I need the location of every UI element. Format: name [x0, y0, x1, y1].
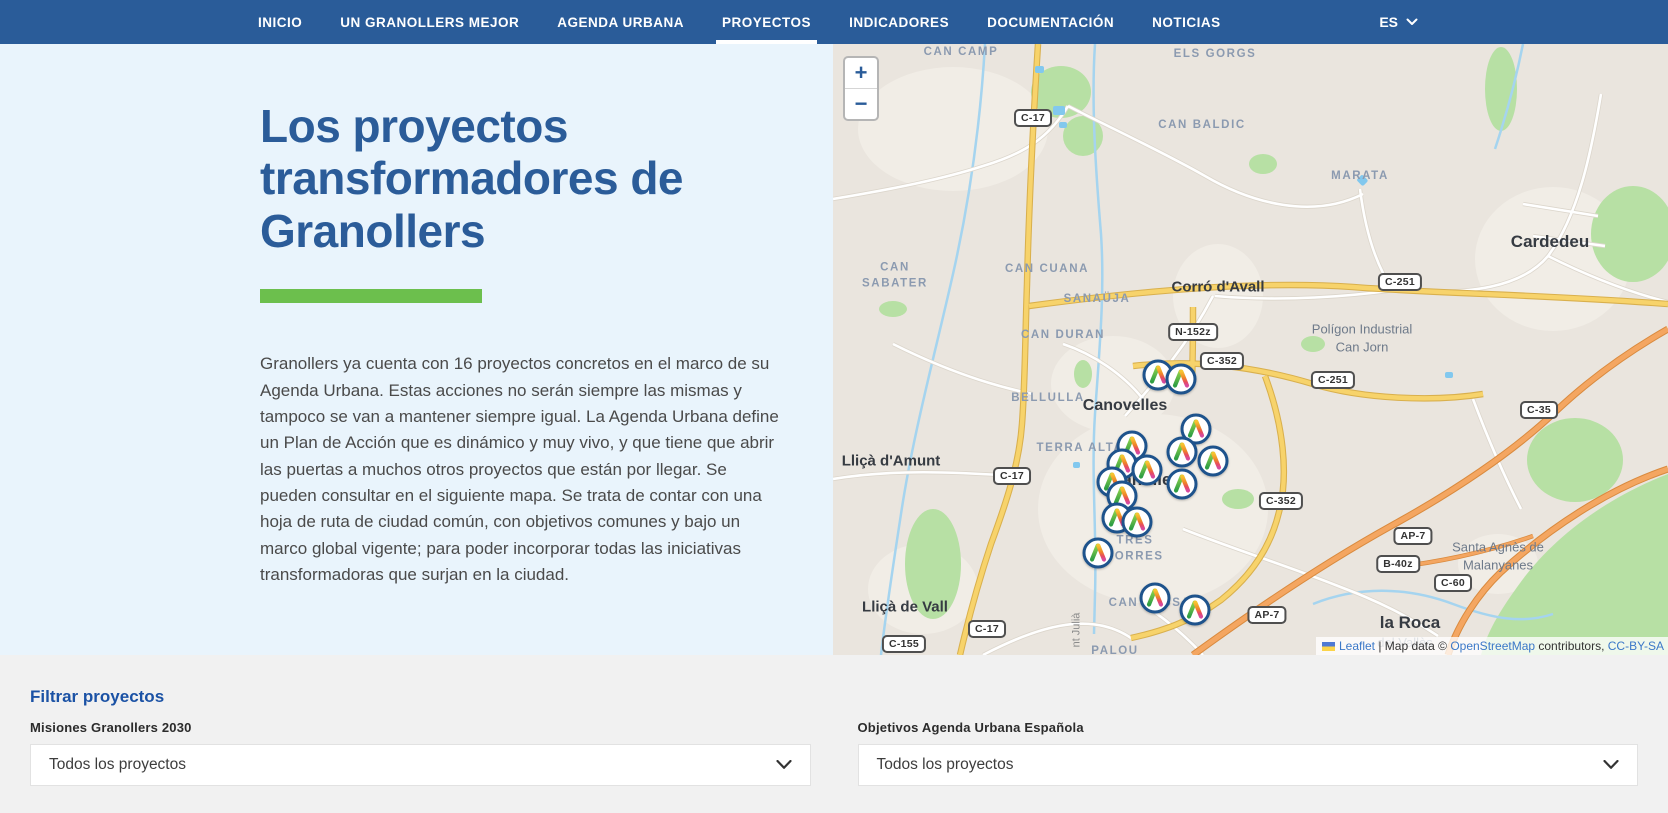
nav-item-noticias[interactable]: NOTICIAS [1146, 0, 1227, 44]
hero-description: Granollers ya cuenta con 16 proyectos co… [260, 351, 788, 588]
road-badge: C-35 [1520, 401, 1558, 419]
map-town-label: la Roca [1380, 613, 1440, 633]
filters-section: Filtrar proyectos Misiones Granollers 20… [0, 655, 1668, 813]
road-badge: AP-7 [1247, 606, 1286, 624]
nav-item-agenda-urbana[interactable]: AGENDA URBANA [551, 0, 690, 44]
road-badge: B-40z [1376, 555, 1420, 573]
zoom-out-button[interactable]: − [845, 88, 877, 119]
objetivos-select-value: Todos los proyectos [877, 756, 1014, 774]
filter-label-objetivos: Objetivos Agenda Urbana Española [858, 720, 1639, 735]
map-town-label: Lliçà de Vall [862, 599, 948, 616]
project-marker[interactable] [1166, 468, 1198, 500]
map-area-label: CAN BALDIC [1158, 118, 1246, 134]
map-town-label: Corró d'Avall [1171, 279, 1264, 296]
language-switcher[interactable]: ES [1379, 0, 1418, 44]
project-marker[interactable] [1166, 436, 1198, 468]
project-marker[interactable] [1179, 594, 1211, 626]
map-area-label: MARATA [1331, 169, 1389, 185]
map-town-label: Lliçà d'Amunt [842, 453, 941, 470]
road-badge: C-17 [968, 620, 1006, 638]
project-marker[interactable] [1121, 506, 1153, 538]
map-locality-label: nt Julià [1070, 613, 1085, 648]
road-badge: N-152z [1168, 323, 1218, 341]
map-area-label: ELS GORGS [1174, 47, 1257, 63]
project-marker[interactable] [1197, 445, 1229, 477]
nav-item-proyectos[interactable]: PROYECTOS [716, 0, 817, 44]
filter-group-objetivos: Objetivos Agenda Urbana Española Todos l… [858, 720, 1639, 786]
map-area-label: CAN CAMP [924, 45, 999, 61]
map-area-label: CAN CUANA [1005, 262, 1089, 278]
chevron-down-icon [1603, 760, 1619, 770]
map-town-label: Cardedeu [1511, 232, 1589, 252]
chevron-down-icon [776, 760, 792, 770]
map-town-label: Canovelles [1083, 397, 1167, 415]
nav-item-documentacion[interactable]: DOCUMENTACIÓN [981, 0, 1120, 44]
page: INICIO UN GRANOLLERS MEJOR AGENDA URBANA… [0, 0, 1668, 813]
road-badge: C-251 [1378, 273, 1422, 291]
map-zoom-control: + − [843, 56, 879, 121]
language-label: ES [1379, 14, 1398, 30]
attribution-text: | Map data © [1375, 639, 1450, 653]
filter-group-misiones: Misiones Granollers 2030 Todos los proye… [30, 720, 811, 786]
road-badge: C-251 [1311, 371, 1355, 389]
road-badge: C-352 [1200, 352, 1244, 370]
zoom-in-button[interactable]: + [845, 58, 877, 88]
project-marker[interactable] [1082, 537, 1114, 569]
map-area-label: CAN SABATER [862, 260, 928, 291]
leaflet-link[interactable]: Leaflet [1339, 639, 1375, 653]
road-badge: C-17 [1014, 109, 1052, 127]
project-marker[interactable] [1139, 582, 1171, 614]
map-area-label: TRES TORRES [1106, 533, 1163, 564]
ukraine-flag-icon [1322, 642, 1335, 651]
content-row: Los proyectos transformadores de Granoll… [0, 44, 1668, 655]
attribution-suffix: contributors, [1535, 639, 1608, 653]
project-marker[interactable] [1165, 363, 1197, 395]
map-attribution: Leaflet | Map data © OpenStreetMap contr… [1316, 637, 1668, 655]
projects-map[interactable]: CAN CAMP ELS GORGS CAN BALDIC MARATA CAN SAB… [833, 44, 1668, 655]
road-badge: C-17 [993, 467, 1031, 485]
hero-panel: Los proyectos transformadores de Granoll… [0, 44, 833, 655]
road-badge: C-352 [1259, 492, 1303, 510]
filters-heading: Filtrar proyectos [30, 687, 1638, 707]
map-locality-label: Polígon Industrial Can Jorn [1312, 320, 1412, 355]
filters-columns: Misiones Granollers 2030 Todos los proye… [30, 720, 1638, 786]
page-title: Los proyectos transformadores de Granoll… [260, 100, 793, 257]
map-area-label: BELLULLA [1011, 391, 1084, 407]
map-area-label: SANAÜJA [1064, 292, 1131, 308]
map-area-label: CAN DURAN [1021, 328, 1105, 344]
nav-item-inicio[interactable]: INICIO [252, 0, 308, 44]
road-badge: C-60 [1434, 574, 1472, 592]
misiones-select-value: Todos los proyectos [49, 756, 186, 774]
nav-item-un-granollers-mejor[interactable]: UN GRANOLLERS MEJOR [334, 0, 525, 44]
road-badge: C-155 [882, 635, 926, 653]
road-badge: AP-7 [1393, 527, 1432, 545]
objetivos-select[interactable]: Todos los proyectos [858, 744, 1639, 786]
openstreetmap-link[interactable]: OpenStreetMap [1450, 639, 1535, 653]
filter-label-misiones: Misiones Granollers 2030 [30, 720, 811, 735]
license-link[interactable]: CC-BY-SA [1608, 639, 1664, 653]
nav-item-indicadores[interactable]: INDICADORES [843, 0, 955, 44]
green-accent-bar [260, 289, 482, 303]
chevron-down-icon [1406, 18, 1418, 26]
map-area-label: PALOU [1091, 644, 1138, 655]
map-locality-label: Santa Agnès de Malanyanes [1452, 538, 1544, 573]
misiones-select[interactable]: Todos los proyectos [30, 744, 811, 786]
main-nav: INICIO UN GRANOLLERS MEJOR AGENDA URBANA… [0, 0, 1668, 44]
